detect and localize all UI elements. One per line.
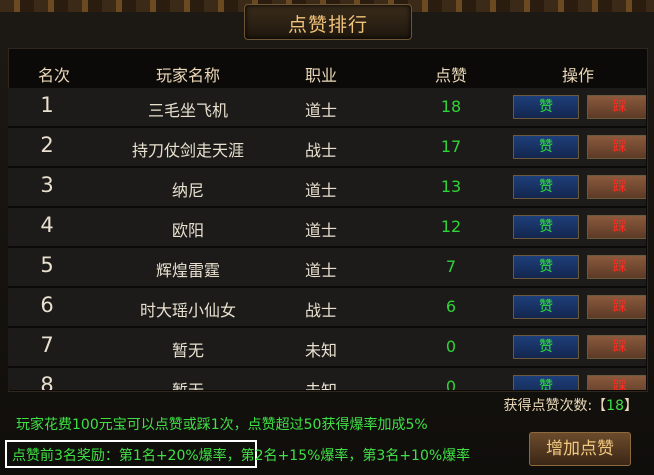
row-rank: 6 (40, 293, 54, 317)
row-rank: 2 (40, 133, 54, 157)
row-job: 未知 (286, 377, 356, 390)
table-row: 1 三毛坐飞机 道士 18 赞踩 (8, 88, 646, 128)
like-button[interactable]: 赞 (513, 255, 579, 279)
row-player-name: 纳尼 (171, 181, 204, 200)
table-row: 4 欧阳 道士 12 赞踩 (8, 208, 646, 248)
row-rank: 8 (40, 373, 54, 390)
ranking-list: 1 三毛坐飞机 道士 18 赞踩 2 持刀仗剑走天涯 战士 17 赞踩 3 纳尼 道士 13 赞踩 4 欧阳 道士… (8, 88, 646, 390)
header-job: 职业 (304, 66, 337, 85)
dislike-button[interactable]: 踩 (587, 95, 646, 119)
like-button[interactable]: 赞 (513, 135, 579, 159)
dislike-button[interactable]: 踩 (587, 255, 646, 279)
row-player-name: 三毛坐飞机 (147, 101, 228, 120)
table-row: 5 辉煌雷霆 道士 7 赞踩 (8, 248, 646, 288)
window-title: 点赞排行 (287, 14, 368, 36)
table-row: 6 时大瑶小仙女 战士 6 赞踩 (8, 288, 646, 328)
row-likes: 6 (445, 297, 457, 316)
table-row: 8 暂无未知 0 赞踩 (8, 368, 646, 390)
row-likes: 7 (445, 257, 457, 276)
row-job: 未知 (304, 341, 337, 360)
like-count-label: 获得点赞次数:【 (503, 398, 607, 414)
header-name: 玩家名称 (155, 66, 220, 85)
row-likes: 18 (440, 97, 462, 116)
like-button[interactable]: 赞 (513, 295, 579, 319)
row-likes: 0 (445, 337, 457, 356)
row-likes: 12 (440, 217, 462, 236)
dislike-button[interactable]: 踩 (587, 135, 646, 159)
like-button[interactable]: 赞 (513, 175, 579, 199)
row-likes: 17 (440, 137, 462, 156)
row-rank: 7 (40, 333, 54, 357)
like-button[interactable]: 赞 (513, 335, 579, 359)
table-row: 7 暂无 未知 0 赞踩 (8, 328, 646, 368)
row-job: 道士 (304, 261, 337, 280)
table-row: 2 持刀仗剑走天涯 战士 17 赞踩 (8, 128, 646, 168)
dislike-button[interactable]: 踩 (587, 175, 646, 199)
header-rank: 名次 (37, 66, 70, 85)
ranking-window: 点赞排行 名次 玩家名称 职业 点赞 操作 1 三毛坐飞机 道士 18 赞踩 2 持刀仗剑走… (0, 0, 654, 475)
row-player-name: 时大瑶小仙女 (139, 301, 236, 320)
row-likes: 0 (445, 377, 457, 390)
like-count: 获得点赞次数:【18】 (503, 395, 638, 415)
row-job: 道士 (304, 181, 337, 200)
table-row: 3 纳尼 道士 13 赞踩 (8, 168, 646, 208)
row-job: 道士 (304, 221, 337, 240)
row-job: 战士 (304, 141, 337, 160)
table-header: 名次 玩家名称 职业 点赞 操作 (8, 56, 646, 88)
like-count-suffix: 】 (624, 398, 638, 414)
dislike-button[interactable]: 踩 (587, 215, 646, 239)
dislike-button[interactable]: 踩 (587, 335, 646, 359)
dislike-button[interactable]: 踩 (587, 295, 646, 319)
reward-info: 点赞前3名奖励：第1名+20%爆率，第2名+15%爆率，第3名+10%爆率 (12, 448, 471, 464)
row-player-name: 持刀仗剑走天涯 (131, 141, 244, 160)
header-ops: 操作 (561, 66, 594, 85)
row-job: 战士 (304, 301, 337, 320)
row-job: 道士 (304, 101, 337, 120)
like-button[interactable]: 赞 (513, 95, 579, 119)
like-button[interactable]: 赞 (513, 375, 579, 390)
row-rank: 3 (40, 173, 54, 197)
row-player-name: 欧阳 (171, 221, 204, 240)
row-rank: 5 (40, 253, 54, 277)
like-count-value: 18 (606, 398, 624, 414)
row-likes: 13 (440, 177, 462, 196)
title-plate: 点赞排行 (244, 4, 412, 40)
like-button[interactable]: 赞 (513, 215, 579, 239)
row-player-name: 暂无 (98, 377, 278, 390)
header-likes: 点赞 (434, 66, 467, 85)
row-player-name: 辉煌雷霆 (155, 261, 220, 280)
row-player-name: 暂无 (171, 341, 204, 360)
row-rank: 1 (40, 93, 54, 117)
cost-info: 玩家花费100元宝可以点赞或踩1次，点赞超过50获得爆率加成5% (16, 417, 428, 433)
row-rank: 4 (40, 213, 54, 237)
add-likes-button[interactable]: 增加点赞 (529, 432, 631, 466)
dislike-button[interactable]: 踩 (587, 375, 646, 390)
